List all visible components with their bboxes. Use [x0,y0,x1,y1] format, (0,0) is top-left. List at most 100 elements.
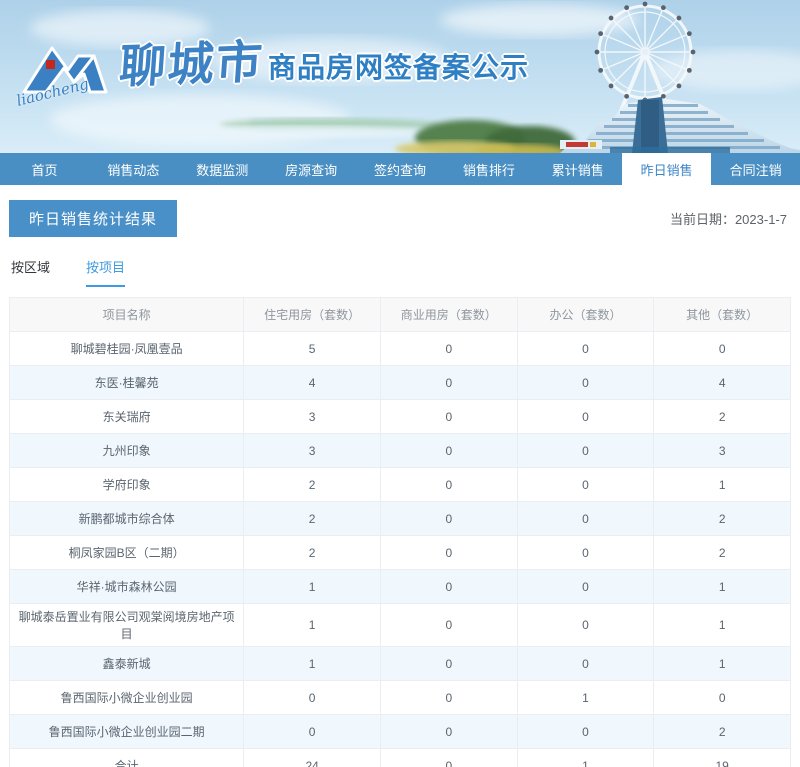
count-cell: 0 [379,680,518,715]
count-cell: 0 [516,331,655,366]
nav-item-0[interactable]: 首页 [0,153,89,185]
count-cell: 0 [379,535,518,570]
count-cell: 19 [653,748,791,767]
table-row: 东医·桂馨苑 4 0 0 4 [8,365,791,400]
header-banner: liaocheng 聊城市 商品房网签备案公示 [0,0,800,153]
count-cell: 0 [243,714,381,749]
site-subtitle: 商品房网签备案公示 [268,52,530,83]
count-cell: 2 [653,501,791,536]
project-name-cell: 鲁西国际小微企业创业园二期 [8,714,245,749]
count-cell: 0 [516,433,655,468]
current-date-label: 当前日期：2023-1-7 [669,212,787,227]
total-row: 合计 24 0 1 19 [8,748,791,767]
column-header: 住宅用房（套数） [243,297,381,332]
nav-item-2[interactable]: 数据监测 [178,153,267,185]
count-cell: 0 [379,399,518,434]
count-cell: 0 [516,501,655,536]
table-row: 鑫泰新城 1 0 0 1 [8,646,791,681]
count-cell: 24 [243,748,381,767]
count-cell: 0 [243,680,381,715]
table-row: 华祥·城市森林公园 1 0 0 1 [8,569,791,604]
table-row: 桐凤家园B区（二期） 2 0 0 2 [8,535,791,570]
count-cell: 1 [516,680,655,715]
count-cell: 0 [653,680,791,715]
page: liaocheng 聊城市 商品房网签备案公示 首页 销售动态 数据监测 房源查询 签约… [0,0,800,767]
project-name-cell: 合计 [8,748,245,767]
project-name-cell: 鑫泰新城 [8,646,245,681]
count-cell: 0 [516,603,655,647]
project-name-cell: 东医·桂馨苑 [8,365,245,400]
table-row: 鲁西国际小微企业创业园二期 0 0 0 2 [8,714,791,749]
column-header: 办公（套数） [516,297,655,332]
liaocheng-logo-icon: liaocheng [16,46,108,110]
table-row: 新鹏都城市综合体 2 0 0 2 [8,501,791,536]
count-cell: 2 [243,467,381,502]
project-name-cell: 聊城泰岳置业有限公司观棠阅境房地产项目 [8,603,245,647]
count-cell: 3 [243,433,381,468]
main-nav: 首页 销售动态 数据监测 房源查询 签约查询 销售排行 累计销售 昨日销售 合同注销 [0,153,800,185]
column-header: 商业用房（套数） [379,297,518,332]
count-cell: 0 [379,569,518,604]
count-cell: 4 [653,365,791,400]
count-cell: 2 [653,714,791,749]
count-cell: 0 [516,535,655,570]
count-cell: 5 [243,331,381,366]
nav-item-6[interactable]: 累计销售 [533,153,622,185]
count-cell: 1 [653,569,791,604]
table-row: 东关瑞府 3 0 0 2 [8,399,791,434]
tab-1[interactable]: 按项目 [86,257,126,287]
count-cell: 0 [379,501,518,536]
count-cell: 0 [516,714,655,749]
count-cell: 2 [653,399,791,434]
count-cell: 0 [516,569,655,604]
nav-item-3[interactable]: 房源查询 [267,153,356,185]
tab-0[interactable]: 按区域 [11,257,50,287]
view-tabs: 按区域 按项目 [9,257,791,287]
count-cell: 0 [379,603,518,647]
content-area: 昨日销售统计结果 当前日期：2023-1-7 按区域 按项目 项目名称 住宅用房（套… [0,200,800,767]
title-row: 昨日销售统计结果 当前日期：2023-1-7 [9,200,791,237]
nav-item-5[interactable]: 销售排行 [444,153,533,185]
nav-item-1[interactable]: 销售动态 [89,153,178,185]
count-cell: 0 [379,467,518,502]
sales-table: 项目名称 住宅用房（套数） 商业用房（套数） 办公（套数） 其他（套数） 聊城碧桂园·凤… [8,297,791,767]
table-row: 聊城泰岳置业有限公司观棠阅境房地产项目 1 0 0 1 [8,603,791,647]
column-header: 其他（套数） [653,297,791,332]
count-cell: 2 [243,535,381,570]
site-name: 聊城市 [117,34,266,94]
count-cell: 3 [243,399,381,434]
count-cell: 0 [516,646,655,681]
project-name-cell: 华祥·城市森林公园 [8,569,245,604]
count-cell: 2 [243,501,381,536]
count-cell: 0 [516,365,655,400]
project-name-cell: 桐凤家园B区（二期） [8,535,245,570]
nav-item-8[interactable]: 合同注销 [711,153,800,185]
count-cell: 2 [653,535,791,570]
count-cell: 0 [379,646,518,681]
count-cell: 0 [516,399,655,434]
count-cell: 0 [379,714,518,749]
count-cell: 1 [653,467,791,502]
column-header: 项目名称 [8,297,245,332]
project-name-cell: 鲁西国际小微企业创业园 [8,680,245,715]
table-row: 学府印象 2 0 0 1 [8,467,791,502]
count-cell: 0 [379,365,518,400]
project-name-cell: 学府印象 [8,467,245,502]
count-cell: 0 [653,331,791,366]
count-cell: 1 [653,603,791,647]
page-title: 昨日销售统计结果 [9,200,178,237]
count-cell: 0 [379,748,518,767]
count-cell: 0 [516,467,655,502]
project-name-cell: 新鹏都城市综合体 [8,501,245,536]
count-cell: 3 [653,433,791,468]
nav-item-7[interactable]: 昨日销售 [622,153,712,185]
table-row: 鲁西国际小微企业创业园 0 0 1 0 [8,680,791,715]
count-cell: 1 [516,748,655,767]
project-name-cell: 东关瑞府 [8,399,245,434]
brand: liaocheng 聊城市 商品房网签备案公示 [16,22,529,114]
table-row: 九州印象 3 0 0 3 [8,433,791,468]
count-cell: 0 [379,433,518,468]
nav-item-4[interactable]: 签约查询 [356,153,445,185]
count-cell: 1 [243,603,381,647]
count-cell: 1 [243,569,381,604]
